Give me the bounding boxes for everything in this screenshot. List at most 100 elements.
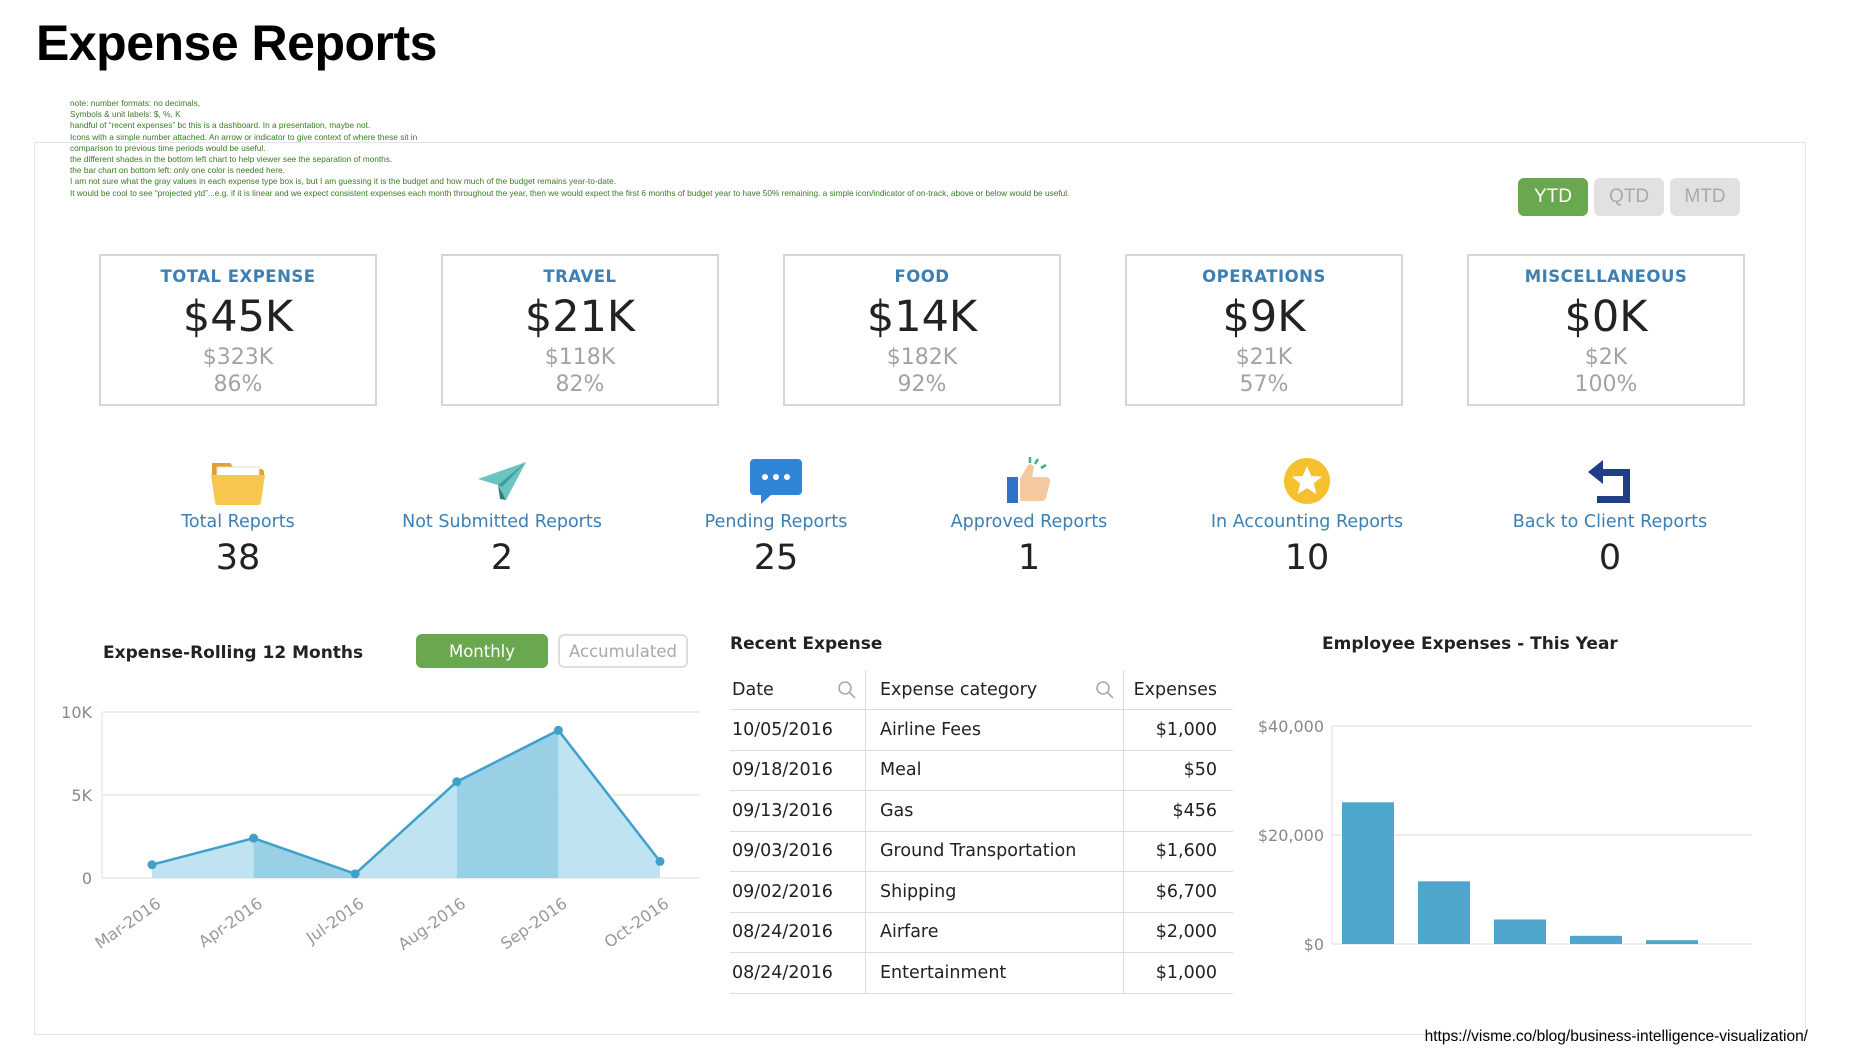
paper-plane-icon xyxy=(382,455,622,507)
x-tick-label: Mar-2016 xyxy=(91,894,164,953)
row-category: Shipping xyxy=(865,872,1123,912)
y-tick-label: 10K xyxy=(61,703,92,722)
notes: note: number formats: no decimals, Symbo… xyxy=(70,98,1270,199)
status-count: 10 xyxy=(1284,538,1330,578)
expenses-header[interactable]: Expenses xyxy=(1123,670,1233,709)
kpi-card-miscellaneous: MISCELLANEOUS $0K $2K 100% xyxy=(1467,254,1745,406)
status-label: Total Reports xyxy=(181,512,295,532)
rolling-chart: 0 5K 10K Mar-2016 Apr-2016 Jul-2016 Aug-2016 Se… xyxy=(61,703,700,954)
table-row[interactable]: 09/03/2016 Ground Transportation $1,600 xyxy=(730,831,1233,872)
kpi-budget: $323K xyxy=(202,345,274,370)
note-line: handful of “recent expenses” bc this is … xyxy=(70,120,371,131)
kpi-title: TRAVEL xyxy=(543,267,617,286)
area-segment xyxy=(152,838,254,878)
x-tick-label: Dix xyxy=(1496,958,1528,960)
row-category: Gas xyxy=(865,791,1123,831)
status-pending-reports[interactable]: Pending Reports 25 xyxy=(656,455,896,578)
bar xyxy=(1494,919,1546,944)
search-icon[interactable] xyxy=(1095,680,1115,700)
table-row[interactable]: 10/05/2016 Airline Fees $1,000 xyxy=(730,710,1233,751)
kpi-card-operations: OPERATIONS $9K $21K 57% xyxy=(1125,254,1403,406)
kpi-percent: 82% xyxy=(555,372,605,397)
employee-chart-title: Employee Expenses - This Year xyxy=(1322,634,1618,654)
source-url: https://visme.co/blog/business-intellige… xyxy=(1424,1028,1808,1045)
status-not-submitted-reports[interactable]: Not Submitted Reports 2 xyxy=(382,455,622,578)
status-in-accounting-reports[interactable]: In Accounting Reports 10 xyxy=(1187,455,1427,578)
accumulated-toggle[interactable]: Accumulated xyxy=(558,634,688,668)
data-point xyxy=(350,869,360,879)
monthly-toggle[interactable]: Monthly xyxy=(416,634,548,668)
table-row[interactable]: 08/24/2016 Entertainment $1,000 xyxy=(730,953,1233,994)
y-tick-label: $0 xyxy=(1304,935,1324,954)
row-date: 10/05/2016 xyxy=(732,719,833,740)
data-point xyxy=(655,856,665,866)
kpi-title: FOOD xyxy=(894,267,950,286)
bar xyxy=(1418,881,1470,944)
status-approved-reports[interactable]: Approved Reports 1 xyxy=(909,455,1149,578)
row-amount: $6,700 xyxy=(1123,872,1233,912)
period-selector: YTD QTD MTD xyxy=(1518,178,1740,216)
row-date: 09/13/2016 xyxy=(732,800,833,821)
row-date: 08/24/2016 xyxy=(732,962,833,983)
status-count: 1 xyxy=(1017,538,1041,578)
table-row[interactable]: 08/24/2016 Airfare $2,000 xyxy=(730,912,1233,953)
row-category: Airfare xyxy=(865,912,1123,952)
note-line: note: number formats: no decimals, xyxy=(70,98,201,108)
kpi-value: $0K xyxy=(1564,292,1648,342)
date-header-label: Date xyxy=(732,679,774,700)
x-tick-label: Hardik xyxy=(1399,957,1453,960)
date-header[interactable]: Date xyxy=(730,670,865,709)
x-tick-label: Jay xyxy=(1649,958,1680,960)
note-line: Symbols & unit labels: $, %, K xyxy=(70,109,181,120)
row-amount: $2,000 xyxy=(1123,912,1233,952)
row-date: 09/18/2016 xyxy=(732,760,833,781)
mtd-button[interactable]: MTD xyxy=(1670,178,1740,216)
return-arrow-icon xyxy=(1490,455,1730,507)
status-label: Pending Reports xyxy=(704,512,848,532)
row-amount: $1,000 xyxy=(1123,953,1233,993)
y-tick-label: $40,000 xyxy=(1258,717,1324,736)
y-tick-label: 0 xyxy=(82,869,92,888)
employee-chart: $0 $20,000 $40,000 Vish Hardik Dix Tar Jay xyxy=(1258,717,1752,960)
kpi-percent: 92% xyxy=(897,372,947,397)
category-header[interactable]: Expense category xyxy=(865,670,1123,709)
x-tick-label: Oct-2016 xyxy=(601,894,673,952)
note-line: the bar chart on bottom left: only one c… xyxy=(70,165,285,176)
row-category: Ground Transportation xyxy=(865,831,1123,871)
bar xyxy=(1570,935,1622,944)
status-count: 0 xyxy=(1598,538,1622,578)
star-badge-icon xyxy=(1187,455,1427,507)
kpi-value: $21K xyxy=(524,292,636,342)
area-segment xyxy=(558,730,660,878)
kpi-percent: 100% xyxy=(1574,372,1638,397)
status-count: 38 xyxy=(215,538,261,578)
kpi-budget: $118K xyxy=(544,345,616,370)
area-segment xyxy=(456,730,559,878)
kpi-card-food: FOOD $14K $182K 92% xyxy=(783,254,1061,406)
status-count: 25 xyxy=(753,538,799,578)
status-total-reports[interactable]: Total Reports 38 xyxy=(118,455,358,578)
bar xyxy=(1646,940,1698,944)
x-tick-label: Vish xyxy=(1338,958,1376,960)
search-icon[interactable] xyxy=(837,680,857,700)
x-tick-label: Sep-2016 xyxy=(497,894,571,954)
note-line: I am not sure what the gray values in ea… xyxy=(70,176,617,187)
kpi-budget: $182K xyxy=(886,345,958,370)
table-row[interactable]: 09/13/2016 Gas $456 xyxy=(730,791,1233,832)
row-amount: $1,600 xyxy=(1123,831,1233,871)
status-back-to-client-reports[interactable]: Back to Client Reports 0 xyxy=(1490,455,1730,578)
table-row[interactable]: 09/18/2016 Meal $50 xyxy=(730,750,1233,791)
qtd-button[interactable]: QTD xyxy=(1594,178,1664,216)
table-header: Date Expense category Expenses xyxy=(730,670,1233,710)
x-tick-label: Jul-2016 xyxy=(302,894,368,948)
data-point xyxy=(553,725,563,735)
x-tick-label: Tar xyxy=(1573,957,1604,960)
rolling-chart-title: Expense-Rolling 12 Months xyxy=(103,643,364,663)
row-amount: $456 xyxy=(1123,791,1233,831)
folder-icon xyxy=(118,455,358,507)
ytd-button[interactable]: YTD xyxy=(1518,178,1588,216)
y-tick-label: $20,000 xyxy=(1258,826,1324,845)
note-line: Icons with a simple number attached. An … xyxy=(70,131,418,142)
row-category: Airline Fees xyxy=(865,710,1123,750)
table-row[interactable]: 09/02/2016 Shipping $6,700 xyxy=(730,872,1233,913)
